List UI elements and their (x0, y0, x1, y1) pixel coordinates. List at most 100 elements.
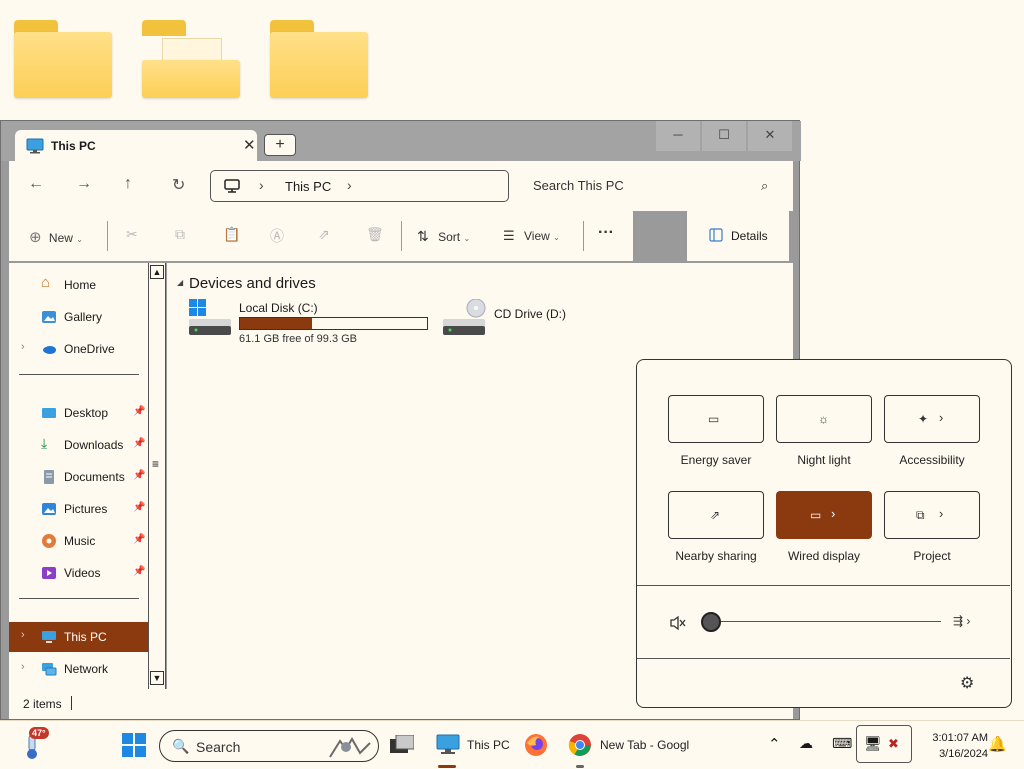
desktop-folder-3[interactable] (270, 20, 368, 100)
sidebar-item-home[interactable]: ⌂ Home (9, 271, 149, 299)
see-more-button[interactable]: ··· (598, 224, 614, 242)
start-button[interactable] (122, 733, 146, 760)
clock[interactable]: 3:01:07 AM 3/16/2024 (908, 730, 988, 762)
group-heading[interactable]: Devices and drives (189, 275, 316, 292)
pin-icon[interactable]: 📌 (133, 438, 145, 449)
videos-icon (42, 567, 56, 579)
tile-label: Energy saver (680, 453, 752, 467)
delete-icon[interactable]: 🗑 (366, 226, 384, 243)
energy-saver-toggle[interactable]: ▭ (668, 395, 764, 443)
cut-icon[interactable]: ✂ (126, 226, 138, 243)
volume-slider-track[interactable] (713, 621, 941, 622)
project-toggle[interactable]: ⧉ › (884, 491, 980, 539)
title-bar: This PC ✕ + ─ ☐ ✕ (1, 121, 801, 161)
volume-slider-thumb[interactable] (701, 612, 721, 632)
chevron-right-icon[interactable]: › (21, 661, 25, 673)
sidebar-item-videos[interactable]: Videos 📌 (9, 559, 149, 587)
sidebar-item-label: Network (64, 662, 109, 676)
night-light-toggle[interactable]: ☼ (776, 395, 872, 443)
sidebar-item-desktop[interactable]: Desktop 📌 (9, 399, 149, 427)
chevron-right-icon[interactable]: › (21, 341, 25, 353)
rename-icon[interactable]: Ⓐ (270, 226, 284, 246)
desktop-folder-1[interactable] (14, 20, 112, 100)
scroll-thumb[interactable]: ≡ (152, 457, 159, 471)
scroll-down-icon[interactable]: ▼ (150, 671, 164, 685)
sidebar-item-network[interactable]: › Network (9, 655, 149, 683)
chevron-right-icon[interactable]: › (939, 506, 943, 521)
wired-display-toggle[interactable]: ▭ › (776, 491, 872, 539)
copy-icon[interactable]: ⧉ (175, 226, 185, 243)
tab-close-icon[interactable]: ✕ (243, 136, 256, 154)
divider (583, 221, 584, 251)
chevron-right-icon[interactable]: › (939, 410, 943, 425)
taskbar-app-chrome[interactable]: New Tab - Googl (566, 721, 696, 769)
taskbar-search[interactable]: 🔍 Search (159, 730, 379, 762)
sidebar-item-downloads[interactable]: ⤓ Downloads 📌 (9, 431, 149, 459)
task-view-button[interactable] (390, 734, 415, 758)
taskbar-app-firefox[interactable] (524, 733, 548, 760)
taskbar-app-this-pc[interactable]: This PC (434, 721, 516, 769)
sidebar-item-documents[interactable]: Documents 📌 (9, 463, 149, 491)
sidebar-item-gallery[interactable]: Gallery (9, 303, 149, 331)
chevron-right-icon[interactable]: › (21, 629, 25, 641)
pin-icon[interactable]: 📌 (133, 534, 145, 545)
divider (71, 696, 72, 710)
tile-label: Nearby sharing (675, 549, 757, 563)
clock-time: 3:01:07 AM (932, 732, 988, 744)
pin-icon[interactable]: 📌 (133, 470, 145, 481)
view-button[interactable]: ☰ View ⌄ (503, 228, 560, 244)
maximize-button[interactable]: ☐ (702, 121, 746, 151)
weather-widget[interactable]: 47° (20, 727, 50, 763)
forward-button[interactable]: → (76, 175, 92, 193)
tab-title: This PC (51, 139, 96, 153)
drive-local-disk-c[interactable]: Local Disk (C:) 61.1 GB free of 99.3 GB (189, 299, 439, 349)
pc-icon (42, 631, 56, 643)
breadcrumb-this-pc[interactable]: This PC (285, 179, 331, 194)
minimize-button[interactable]: ─ (656, 121, 700, 151)
nearby-sharing-toggle[interactable]: ⇗ (668, 491, 764, 539)
sort-icon: ⇅ (417, 228, 429, 244)
divider (19, 598, 139, 599)
tab-this-pc[interactable]: This PC ✕ (15, 130, 257, 161)
scroll-up-icon[interactable]: ▲ (150, 265, 164, 279)
sort-button[interactable]: ⇅ Sort ⌄ (417, 228, 470, 245)
collapse-icon[interactable]: ◢ (177, 278, 183, 287)
chevron-right-icon[interactable]: › (831, 506, 835, 521)
accessibility-toggle[interactable]: ✦ › (884, 395, 980, 443)
clock-date: 3/16/2024 (939, 748, 988, 760)
pc-icon (26, 138, 44, 154)
up-button[interactable]: ↑ (124, 175, 132, 193)
new-button[interactable]: ⊕ New ⌄ (29, 228, 83, 246)
close-button[interactable]: ✕ (748, 121, 792, 151)
divider (637, 658, 1010, 659)
pin-icon[interactable]: 📌 (133, 406, 145, 417)
sidebar-scrollbar[interactable]: ▲ ≡ ▼ (148, 263, 166, 689)
system-tray-group[interactable]: 🖥 ✖ (856, 725, 912, 763)
new-tab-button[interactable]: + (264, 134, 296, 156)
desktop-folder-2[interactable] (142, 20, 240, 100)
sidebar-item-this-pc[interactable]: › This PC (9, 622, 149, 652)
notification-bell-icon[interactable]: 🔔 (988, 735, 1007, 753)
pin-icon[interactable]: 📌 (133, 566, 145, 577)
sidebar-item-music[interactable]: Music 📌 (9, 527, 149, 555)
share-icon[interactable]: ⇗ (318, 226, 330, 243)
back-button[interactable]: ← (28, 175, 44, 193)
drive-cd-d[interactable]: CD Drive (D:) (443, 299, 593, 349)
sidebar-item-onedrive[interactable]: › OneDrive (9, 335, 149, 363)
breadcrumb-chevron-icon[interactable]: › (259, 177, 264, 193)
details-button[interactable]: Details (687, 211, 789, 261)
search-input[interactable]: Search This PC ⌕ (517, 170, 785, 202)
chevron-up-icon[interactable]: ⌃ (768, 735, 781, 753)
pin-icon[interactable]: 📌 (133, 502, 145, 513)
address-bar[interactable]: › This PC › (210, 170, 509, 202)
refresh-button[interactable]: ↻ (172, 175, 185, 195)
onedrive-offline-icon[interactable]: ☁ (799, 735, 813, 752)
folder-icon (14, 32, 112, 98)
sidebar-item-pictures[interactable]: Pictures 📌 (9, 495, 149, 523)
speaker-mute-icon[interactable] (669, 615, 687, 634)
keyboard-icon[interactable]: ⌨ (832, 735, 852, 752)
sound-output-icon[interactable]: ⇶ › (953, 614, 970, 628)
paste-icon[interactable]: 📋 (223, 226, 240, 243)
gear-icon[interactable]: ⚙ (960, 673, 974, 693)
breadcrumb-chevron-icon[interactable]: › (347, 177, 352, 193)
